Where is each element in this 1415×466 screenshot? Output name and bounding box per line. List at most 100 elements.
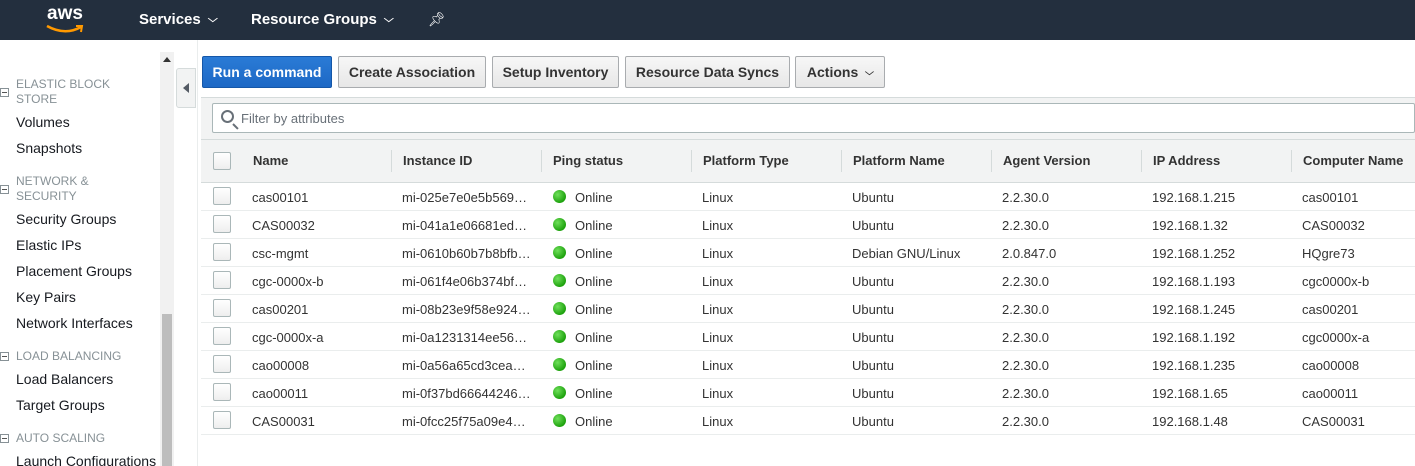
cell-name: cao00011 [252, 386, 309, 401]
status-online-icon [553, 386, 566, 399]
chevron-down-icon: ⌵ [207, 14, 218, 25]
sidebar-item-security-groups[interactable]: Security Groups [16, 211, 116, 227]
row-checkbox[interactable] [213, 299, 231, 317]
row-checkbox[interactable] [213, 215, 231, 233]
scroll-up-icon[interactable] [163, 57, 171, 62]
sidebar-item-elastic-ips[interactable]: Elastic IPs [16, 237, 81, 253]
cell-platform-name: Ubuntu [852, 274, 894, 289]
cell-platform-type: Linux [702, 246, 734, 261]
sidebar-item-launch-configurations[interactable]: Launch Configurations [16, 453, 156, 466]
column-resize-handle[interactable] [991, 150, 992, 172]
cell-instance-id: mi-0a56a65cd3cea… [402, 358, 526, 373]
cell-computer-name: cgc0000x-b [1302, 274, 1370, 289]
sidebar-item-key-pairs[interactable]: Key Pairs [16, 289, 76, 305]
filter-box[interactable] [212, 103, 1415, 133]
column-header-name[interactable]: Name [253, 153, 288, 168]
collapse-section-icon[interactable] [0, 434, 9, 443]
row-checkbox[interactable] [213, 383, 231, 401]
aws-logo[interactable]: aws [43, 3, 87, 35]
cell-platform-type: Linux [702, 330, 734, 345]
run-command-button[interactable]: Run a command [202, 56, 332, 88]
column-header-ip-address[interactable]: IP Address [1153, 153, 1220, 168]
row-checkbox[interactable] [213, 327, 231, 345]
sidebar-section-network-security: NETWORK & SECURITY [16, 174, 89, 203]
table-row[interactable]: CAS00032 mi-041a1e06681ed… Online Linux Ubun… [201, 211, 1415, 239]
column-header-agent-version[interactable]: Agent Version [1003, 153, 1090, 168]
cell-computer-name: cao00008 [1302, 358, 1360, 373]
collapse-sidebar-button[interactable] [176, 68, 196, 108]
sidebar-item-target-groups[interactable]: Target Groups [16, 397, 105, 413]
column-header-computer-name[interactable]: Computer Name [1303, 153, 1403, 168]
column-resize-handle[interactable] [391, 150, 392, 172]
table-row[interactable]: cao00011 mi-0f37bd66644246… Online Linux Ubu… [201, 379, 1415, 407]
cell-platform-type: Linux [702, 414, 734, 429]
column-resize-handle[interactable] [1141, 150, 1142, 172]
table-row[interactable]: cas00201 mi-08b23e9f58e924… Online Linux Ubu… [201, 295, 1415, 323]
cell-ping-status: Online [575, 190, 613, 205]
cell-ping-status: Online [575, 274, 613, 289]
status-online-icon [553, 302, 566, 315]
row-checkbox[interactable] [213, 355, 231, 373]
row-checkbox[interactable] [213, 243, 231, 261]
cell-ip-address: 192.168.1.252 [1152, 246, 1236, 261]
divider [197, 40, 198, 466]
cell-instance-id: mi-0fcc25f75a09e4… [402, 414, 526, 429]
cell-name: cas00101 [252, 190, 309, 205]
table-row[interactable]: cgc-0000x-b mi-061f4e06b374bf… Online Linux… [201, 267, 1415, 295]
column-resize-handle[interactable] [541, 150, 542, 172]
column-header-platform-type[interactable]: Platform Type [703, 153, 789, 168]
resource-data-syncs-button[interactable]: Resource Data Syncs [625, 56, 790, 88]
cell-platform-type: Linux [702, 386, 734, 401]
table-row[interactable]: cao00008 mi-0a56a65cd3cea… Online Linux Ubun… [201, 351, 1415, 379]
column-header-instance-id[interactable]: Instance ID [403, 153, 472, 168]
services-menu[interactable]: Services ⌵ [139, 11, 218, 28]
collapse-section-icon[interactable] [0, 185, 9, 194]
cell-ping-status: Online [575, 218, 613, 233]
table-row[interactable]: cgc-0000x-a mi-0a1231314ee56… Online Linux U… [201, 323, 1415, 351]
resource-groups-menu[interactable]: Resource Groups ⌵ [251, 11, 394, 28]
table-row[interactable]: cas00101 mi-025e7e0e5b569… Online Linux Ubun… [201, 183, 1415, 211]
cell-platform-name: Ubuntu [852, 302, 894, 317]
create-association-button[interactable]: Create Association [338, 56, 486, 88]
column-resize-handle[interactable] [1291, 150, 1292, 172]
sidebar-item-placement-groups[interactable]: Placement Groups [16, 263, 132, 279]
sidebar-item-network-interfaces[interactable]: Network Interfaces [16, 315, 133, 331]
collapse-section-icon[interactable] [0, 352, 9, 361]
cell-name: CAS00031 [252, 414, 315, 429]
top-navigation-bar: aws Services ⌵ Resource Groups ⌵ 📌︎ [0, 0, 1415, 40]
collapse-section-icon[interactable] [0, 88, 9, 97]
cell-instance-id: mi-0a1231314ee56… [402, 330, 528, 345]
cell-agent-version: 2.2.30.0 [1002, 218, 1049, 233]
cell-ping-status: Online [575, 358, 613, 373]
cell-computer-name: CAS00032 [1302, 218, 1365, 233]
table-row[interactable]: CAS00031 mi-0fcc25f75a09e4… Online Linux Ubu… [201, 407, 1415, 435]
search-icon [221, 110, 234, 123]
select-all-checkbox[interactable] [213, 152, 231, 170]
column-resize-handle[interactable] [691, 150, 692, 172]
row-checkbox[interactable] [213, 187, 231, 205]
cell-platform-type: Linux [702, 302, 734, 317]
services-label: Services [139, 11, 201, 28]
table-row[interactable]: csc-mgmt mi-0610b60b7b8bfb… Online Linux Deb… [201, 239, 1415, 267]
cell-platform-name: Ubuntu [852, 358, 894, 373]
row-checkbox[interactable] [213, 411, 231, 429]
setup-inventory-button[interactable]: Setup Inventory [492, 56, 619, 88]
cell-ip-address: 192.168.1.192 [1152, 330, 1236, 345]
row-checkbox[interactable] [213, 271, 231, 289]
sidebar-scrollbar[interactable] [160, 52, 174, 466]
cell-instance-id: mi-025e7e0e5b569… [402, 190, 528, 205]
sidebar-item-volumes[interactable]: Volumes [16, 114, 70, 130]
scrollbar-thumb[interactable] [162, 314, 172, 466]
chevron-down-icon: ⌵ [865, 66, 875, 77]
actions-button[interactable]: Actions ⌵ [795, 56, 885, 88]
cell-instance-id: mi-0610b60b7b8bfb… [402, 246, 531, 261]
column-resize-handle[interactable] [841, 150, 842, 172]
column-header-ping-status[interactable]: Ping status [553, 153, 623, 168]
cell-agent-version: 2.2.30.0 [1002, 414, 1049, 429]
column-header-platform-name[interactable]: Platform Name [853, 153, 945, 168]
filter-input[interactable] [241, 108, 1401, 128]
sidebar-item-load-balancers[interactable]: Load Balancers [16, 371, 113, 387]
sidebar-item-snapshots[interactable]: Snapshots [16, 140, 82, 156]
pin-icon[interactable]: 📌︎ [428, 11, 446, 28]
cell-ip-address: 192.168.1.32 [1152, 218, 1228, 233]
